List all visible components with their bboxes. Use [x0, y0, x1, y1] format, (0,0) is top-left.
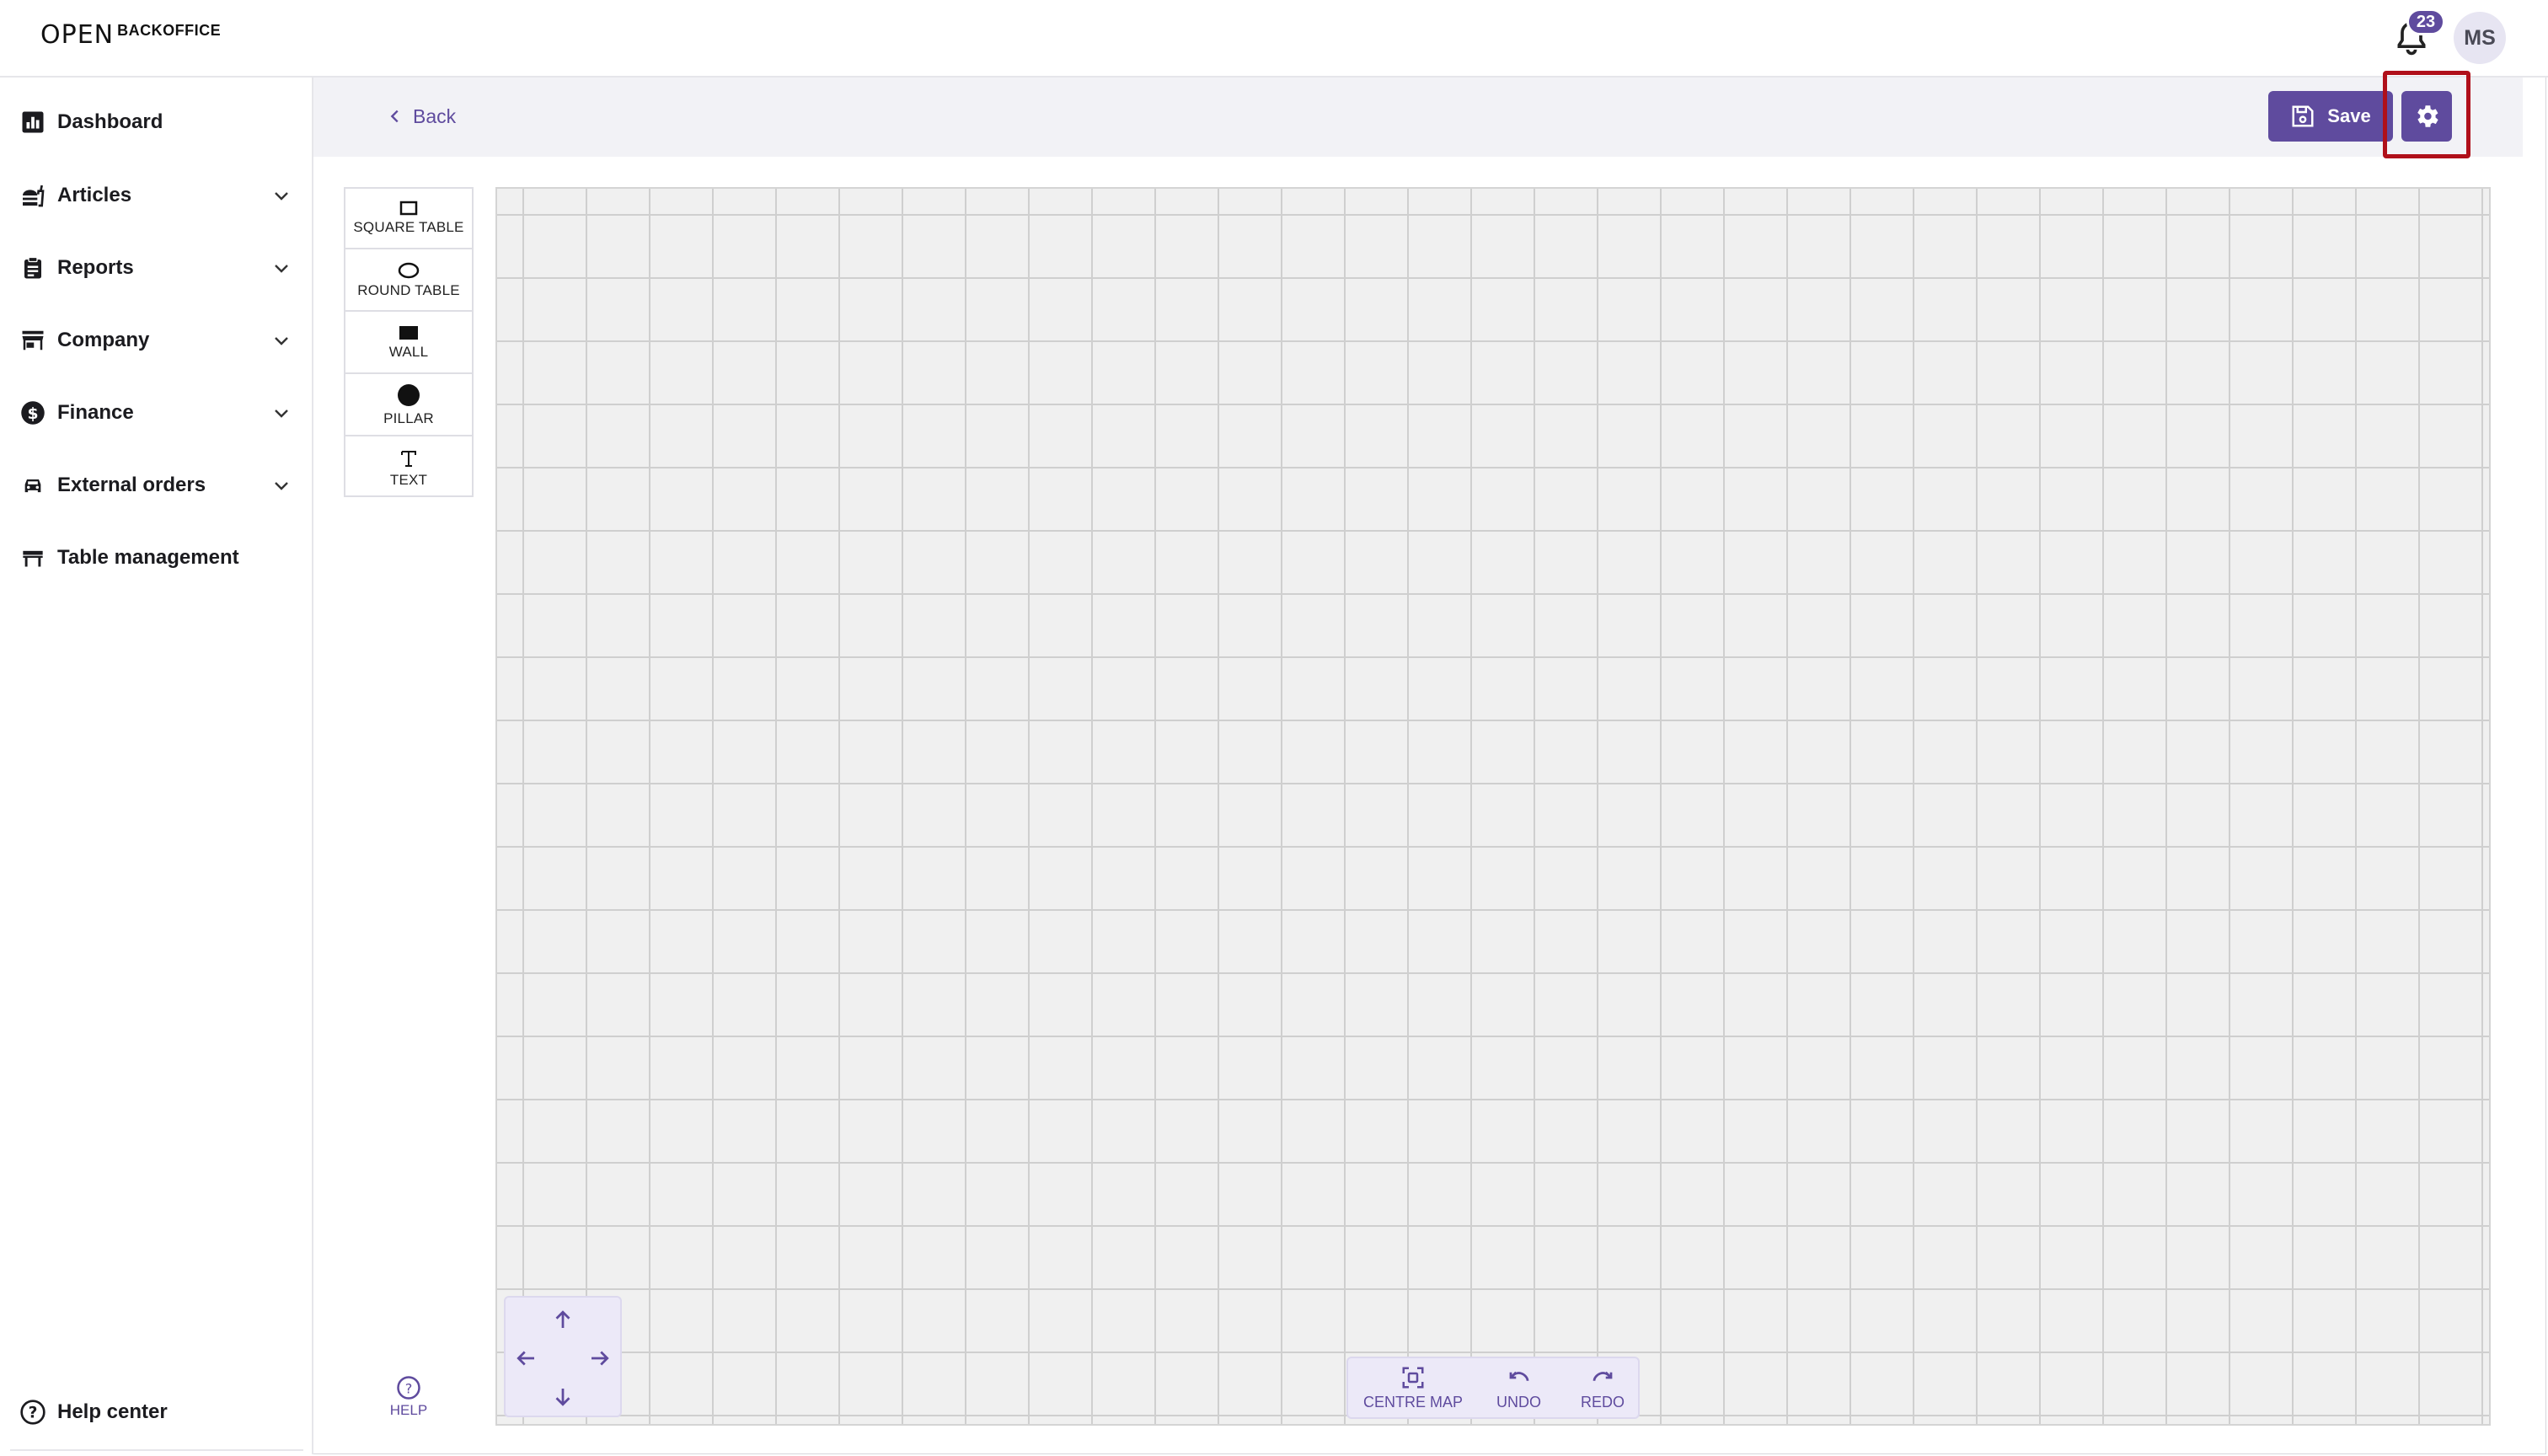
tool-label: WALL	[388, 344, 429, 360]
tool-label: TEXT	[389, 472, 428, 488]
save-label: Save	[2327, 105, 2371, 126]
redo-label: REDO	[1581, 1394, 1625, 1410]
pan-controls	[504, 1296, 622, 1417]
round-table-tool[interactable]: ROUND TABLE	[345, 251, 472, 312]
arrow-right-icon	[592, 1351, 609, 1366]
user-avatar[interactable]: MS	[2454, 12, 2506, 64]
text-t-icon	[401, 451, 416, 467]
redo-icon	[1592, 1371, 1613, 1381]
redo-button[interactable]: REDO	[1581, 1365, 1625, 1411]
brand-logo[interactable]: OPEN BACKOFFICE	[40, 19, 221, 52]
sidebar-divider	[10, 1449, 303, 1451]
logo-product-name: BACKOFFICE	[117, 22, 222, 39]
sidebar-item-company[interactable]: Company	[19, 315, 297, 366]
sidebar-item-label: Finance	[57, 401, 134, 424]
top-bar: OPEN BACKOFFICE 23 MS	[0, 0, 2548, 78]
sidebar-item-external-orders[interactable]: External orders	[19, 460, 297, 511]
map-toolbar: CENTRE MAP UNDO REDO	[1346, 1357, 1640, 1419]
pillar-tool[interactable]: PILLAR	[345, 376, 472, 436]
sidebar-item-label: External orders	[57, 474, 206, 496]
sidebar-item-table-management[interactable]: Table management	[19, 533, 297, 583]
arrow-down-icon	[555, 1389, 570, 1406]
chevron-down-icon	[270, 184, 293, 207]
ellipse-outline-icon	[398, 262, 420, 279]
filled-rectangle-icon	[399, 326, 418, 340]
chevron-down-icon	[270, 401, 293, 425]
arrow-left-icon	[517, 1351, 534, 1366]
centre-focus-icon	[1402, 1367, 1424, 1389]
text-tool[interactable]: TEXT	[345, 438, 472, 499]
store-icon	[19, 326, 47, 355]
floor-plan-canvas[interactable]	[495, 187, 2491, 1426]
sidebar-item-label: Company	[57, 329, 150, 351]
svg-text:?: ?	[29, 1405, 38, 1422]
back-label: Back	[413, 104, 457, 127]
undo-label: UNDO	[1496, 1394, 1541, 1410]
notification-count-badge: 23	[2406, 8, 2445, 35]
clipboard-icon	[19, 254, 47, 282]
wall-tool[interactable]: WALL	[345, 313, 472, 374]
centre-map-label: CENTRE MAP	[1363, 1394, 1464, 1410]
sidebar-item-label: Articles	[57, 184, 132, 206]
back-button[interactable]: Back	[386, 99, 456, 133]
undo-button[interactable]: UNDO	[1496, 1365, 1541, 1411]
pan-up-button[interactable]	[546, 1303, 580, 1336]
square-table-tool[interactable]: SQUARE TABLE	[345, 189, 472, 249]
settings-highlight-box	[2383, 71, 2470, 158]
sidebar-item-label: Dashboard	[57, 110, 163, 133]
dollar-circle-icon: $	[19, 399, 47, 427]
sidebar-item-label: Table management	[57, 546, 239, 569]
centre-map-button[interactable]: CENTRE MAP	[1363, 1365, 1463, 1411]
element-palette: SQUARE TABLE ROUND TABLE WALL PILLAR TEX…	[344, 187, 474, 497]
help-center-link[interactable]: ? Help center	[19, 1387, 168, 1437]
svg-text:$: $	[27, 405, 38, 423]
bar-chart-icon	[19, 108, 47, 136]
sidebar-item-dashboard[interactable]: Dashboard	[19, 97, 297, 147]
pan-down-button[interactable]	[546, 1380, 580, 1414]
editor-subheader	[313, 78, 2523, 157]
undo-icon	[1509, 1371, 1528, 1381]
help-center-label: Help center	[57, 1400, 168, 1423]
sidebar-item-reports[interactable]: Reports	[19, 243, 297, 293]
chevron-down-icon	[270, 474, 293, 497]
svg-text:?: ?	[405, 1380, 413, 1396]
help-label: HELP	[389, 1402, 428, 1418]
sidebar: Dashboard Articles Reports Company $ Fin…	[0, 78, 313, 1454]
logo-mark: OPEN	[40, 20, 115, 50]
tool-label: PILLAR	[383, 410, 434, 426]
help-button[interactable]: ? HELP	[386, 1375, 431, 1419]
chevron-down-icon	[270, 256, 293, 280]
tool-label: ROUND TABLE	[357, 282, 460, 298]
chevron-down-icon	[270, 329, 293, 352]
question-circle-icon: ?	[397, 1376, 420, 1400]
sidebar-item-label: Reports	[57, 256, 134, 279]
sidebar-item-articles[interactable]: Articles	[19, 170, 297, 221]
pan-right-button[interactable]	[583, 1341, 617, 1375]
table-icon	[19, 543, 47, 572]
floppy-disk-icon	[2292, 105, 2314, 127]
filled-circle-icon	[398, 384, 420, 406]
sidebar-item-finance[interactable]: $ Finance	[19, 388, 297, 438]
square-outline-icon	[399, 201, 418, 216]
car-icon	[19, 471, 47, 500]
tool-label: SQUARE TABLE	[353, 219, 464, 235]
arrow-up-icon	[555, 1310, 570, 1328]
save-button[interactable]: Save	[2268, 91, 2393, 142]
food-icon	[19, 181, 47, 210]
chevron-left-icon	[390, 110, 399, 123]
question-circle-icon: ?	[19, 1398, 47, 1427]
pan-left-button[interactable]	[509, 1341, 543, 1375]
